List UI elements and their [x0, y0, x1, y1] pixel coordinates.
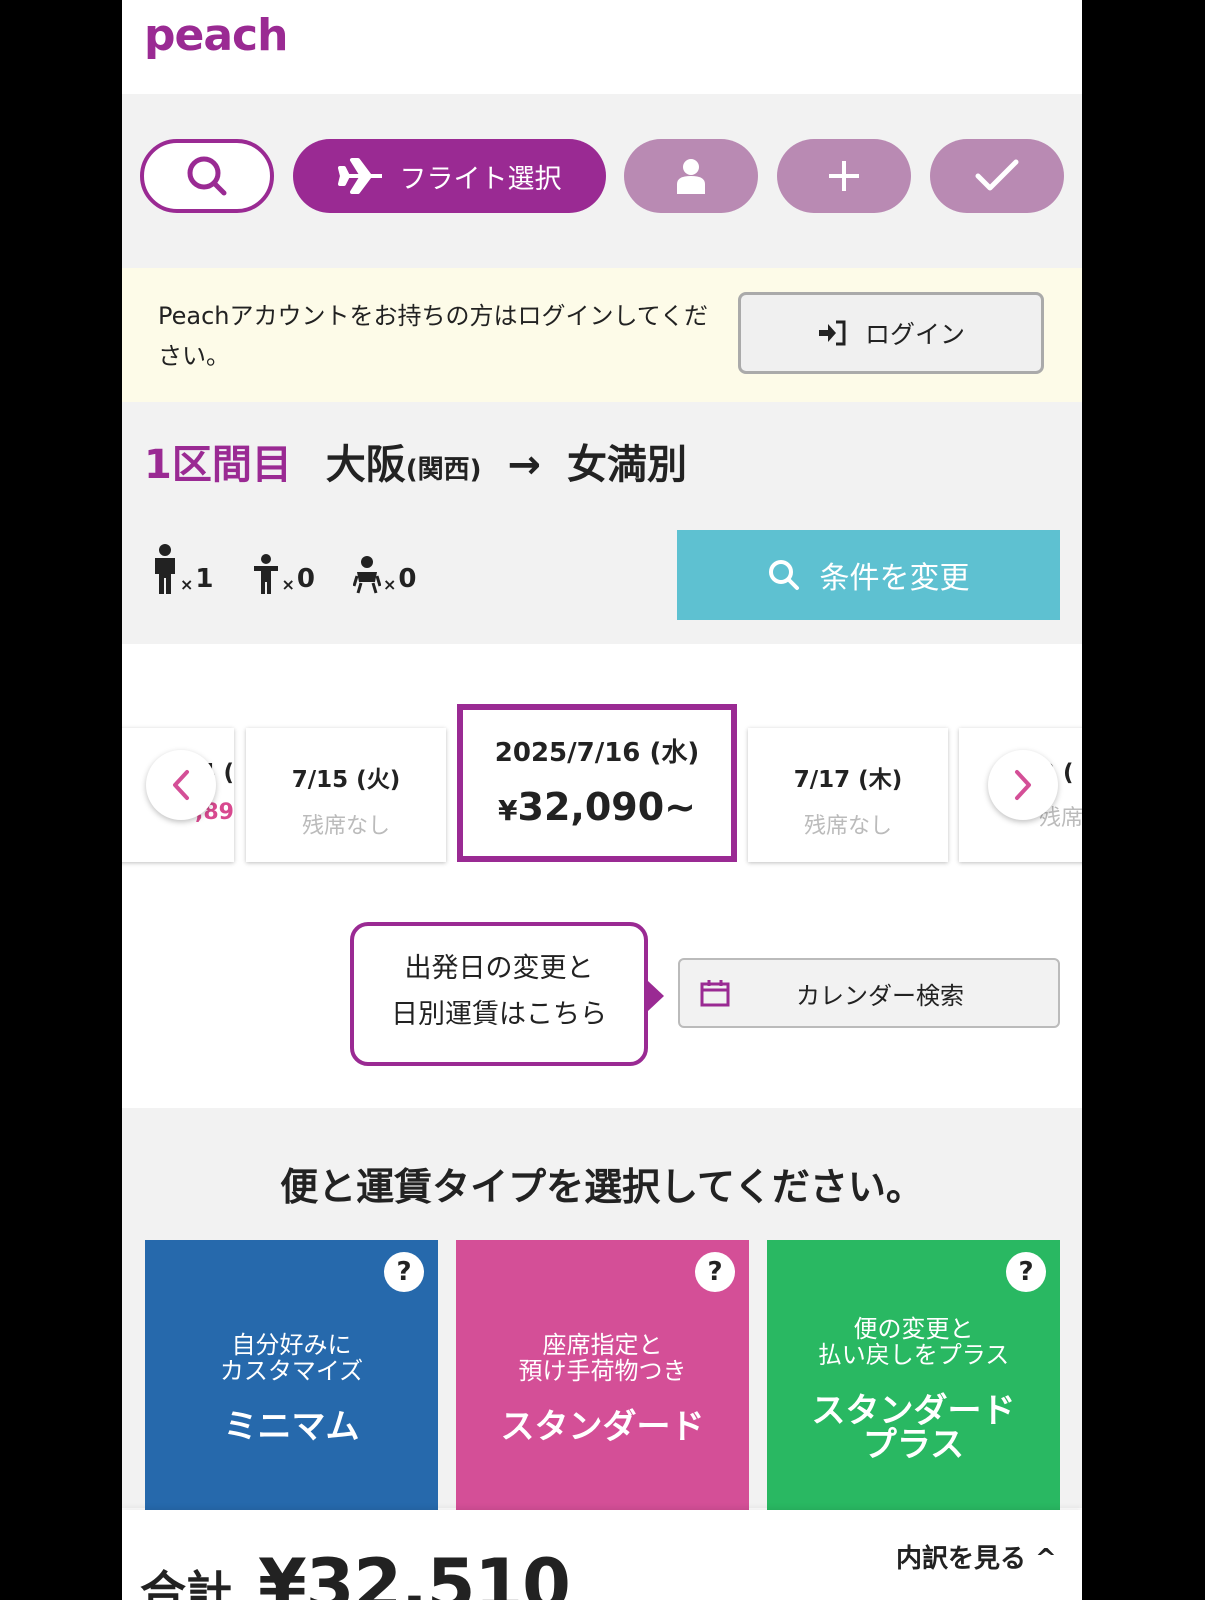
login-banner: Peachアカウントをお持ちの方はログインしてください。 ログイン — [122, 268, 1082, 402]
help-icon[interactable]: ? — [384, 1252, 424, 1292]
times-sign: × — [383, 575, 397, 594]
fare-desc-line2: 預け手荷物つき — [518, 1357, 687, 1385]
login-icon — [818, 320, 846, 346]
bubble-line-2: 日別運賃はこちら — [391, 999, 607, 1030]
total-price: 合計 ¥32,510 — [140, 1544, 571, 1600]
total-label: 合計 — [140, 1566, 232, 1600]
selected-date-label: 2025/7/16 (水) — [494, 738, 700, 768]
step-search[interactable] — [140, 139, 274, 213]
view-breakdown-link[interactable]: 内訳を見る ^ — [896, 1538, 1057, 1575]
date-card-0717[interactable]: 7/17 (木) 残席なし — [748, 728, 948, 862]
plus-icon — [829, 161, 859, 191]
fare-card-minimum[interactable]: ? 自分好みに カスタマイズ ミニマム — [145, 1240, 438, 1520]
times-sign: × — [180, 575, 194, 594]
chevron-right-icon — [1015, 770, 1031, 800]
airplane-icon — [337, 158, 382, 194]
date-label: 7/15 (火) — [291, 767, 401, 793]
fare-desc-line2: 払い戻しをプラス — [817, 1341, 1010, 1369]
help-icon[interactable]: ? — [695, 1252, 735, 1292]
step-options[interactable] — [777, 139, 911, 213]
times-sign: × — [281, 575, 295, 594]
route-arrow: → — [507, 442, 542, 488]
date-label: 7/17 (木) — [793, 767, 903, 793]
fare-section-title: 便と運賃タイプを選択してください。 — [280, 1165, 924, 1209]
route-title: 1区間目 大阪(関西) → 女満別 — [144, 432, 687, 490]
date-carousel: 4 ( ,89 7/15 (火) 残席なし 2025/7/16 (水) ¥32,… — [122, 644, 1082, 890]
selected-price-value: 32,090~ — [517, 785, 696, 829]
fare-name: ミニマム — [223, 1407, 360, 1447]
calendar-hint-bubble: 出発日の変更と 日別運賃はこちら — [350, 922, 648, 1066]
person-icon — [677, 159, 705, 194]
infant-number: 0 — [398, 564, 417, 594]
chevron-left-icon — [173, 770, 189, 800]
fare-desc-line1: 便の変更と — [853, 1315, 974, 1343]
date-status: 残席なし — [803, 814, 892, 839]
selected-date-price: ¥32,090~ — [463, 785, 731, 829]
header: peach — [122, 0, 1082, 94]
adult-count: × 1 — [152, 544, 214, 594]
step-flight-label: フライト選択 — [399, 163, 562, 195]
change-conditions-label: 条件を変更 — [819, 561, 970, 596]
total-bar: 合計 ¥32,510 内訳を見る ^ — [122, 1510, 1082, 1600]
fare-card-standard-plus[interactable]: ? 便の変更と 払い戻しをプラス スタンダード プラス — [767, 1240, 1060, 1520]
fare-desc-line2: カスタマイズ — [219, 1357, 364, 1385]
origin-city: 大阪 — [325, 442, 406, 488]
infant-count: × 0 — [353, 556, 417, 594]
fare-desc-line1: 座席指定と — [542, 1331, 663, 1359]
adult-number: 1 — [195, 564, 214, 594]
booking-page: peach フライト選択 Peachアカウントをお持ちの方はログインしてください… — [122, 0, 1082, 1600]
child-number: 0 — [296, 564, 315, 594]
segment-label: 1区間目 — [144, 442, 292, 488]
fare-name-line2: プラス — [862, 1425, 965, 1465]
bubble-line-1: 出発日の変更と — [404, 953, 594, 984]
change-conditions-button[interactable]: 条件を変更 — [677, 530, 1060, 620]
calendar-search-button[interactable]: カレンダー検索 — [678, 958, 1060, 1028]
date-status: 残席なし — [301, 814, 390, 839]
step-indicator: フライト選択 — [122, 94, 1082, 268]
adult-icon — [155, 544, 175, 594]
date-card-0715[interactable]: 7/15 (火) 残席なし — [246, 728, 446, 862]
step-passenger[interactable] — [624, 139, 758, 213]
login-button[interactable]: ログイン — [738, 292, 1044, 374]
help-icon[interactable]: ? — [1006, 1252, 1046, 1292]
peach-logo[interactable]: peach — [144, 10, 288, 61]
destination-city: 女満別 — [566, 442, 687, 488]
child-count: × 0 — [252, 554, 315, 594]
total-amount: ¥32,510 — [258, 1544, 571, 1600]
login-button-label: ログイン — [864, 320, 965, 349]
login-message: Peachアカウントをお持ちの方はログインしてください。 — [158, 302, 709, 370]
fare-type-section: 便と運賃タイプを選択してください。 ? 自分好みに カスタマイズ ミニマム ? … — [122, 1108, 1082, 1520]
yen-sign: ¥ — [498, 794, 518, 827]
date-card-selected[interactable]: 2025/7/16 (水) ¥32,090~ — [457, 704, 737, 862]
calendar-search-label: カレンダー検索 — [796, 981, 964, 1010]
infant-icon — [353, 556, 381, 594]
fare-name: スタンダード — [500, 1407, 705, 1447]
search-icon — [187, 156, 227, 196]
calendar-search-section: 出発日の変更と 日別運賃はこちら カレンダー検索 — [122, 890, 1082, 1108]
calendar-icon — [700, 980, 730, 1007]
route-summary: 1区間目 大阪(関西) → 女満別 × 1 × 0 × 0 条件を変更 — [122, 402, 1082, 644]
fare-name-line1: スタンダード — [811, 1391, 1016, 1431]
prev-date-button[interactable] — [146, 750, 216, 820]
next-date-button[interactable] — [988, 750, 1058, 820]
step-confirm[interactable] — [930, 139, 1064, 213]
step-flight-select[interactable]: フライト選択 — [293, 139, 606, 213]
child-icon — [253, 554, 278, 594]
fare-desc-line1: 自分好みに — [231, 1331, 352, 1359]
search-icon — [768, 560, 799, 590]
check-icon — [975, 159, 1019, 191]
fare-card-standard[interactable]: ? 座席指定と 預け手荷物つき スタンダード — [456, 1240, 749, 1520]
bubble-pointer — [648, 981, 664, 1011]
origin-airport: (関西) — [405, 455, 482, 485]
passenger-counts: × 1 × 0 × 0 — [152, 544, 455, 594]
